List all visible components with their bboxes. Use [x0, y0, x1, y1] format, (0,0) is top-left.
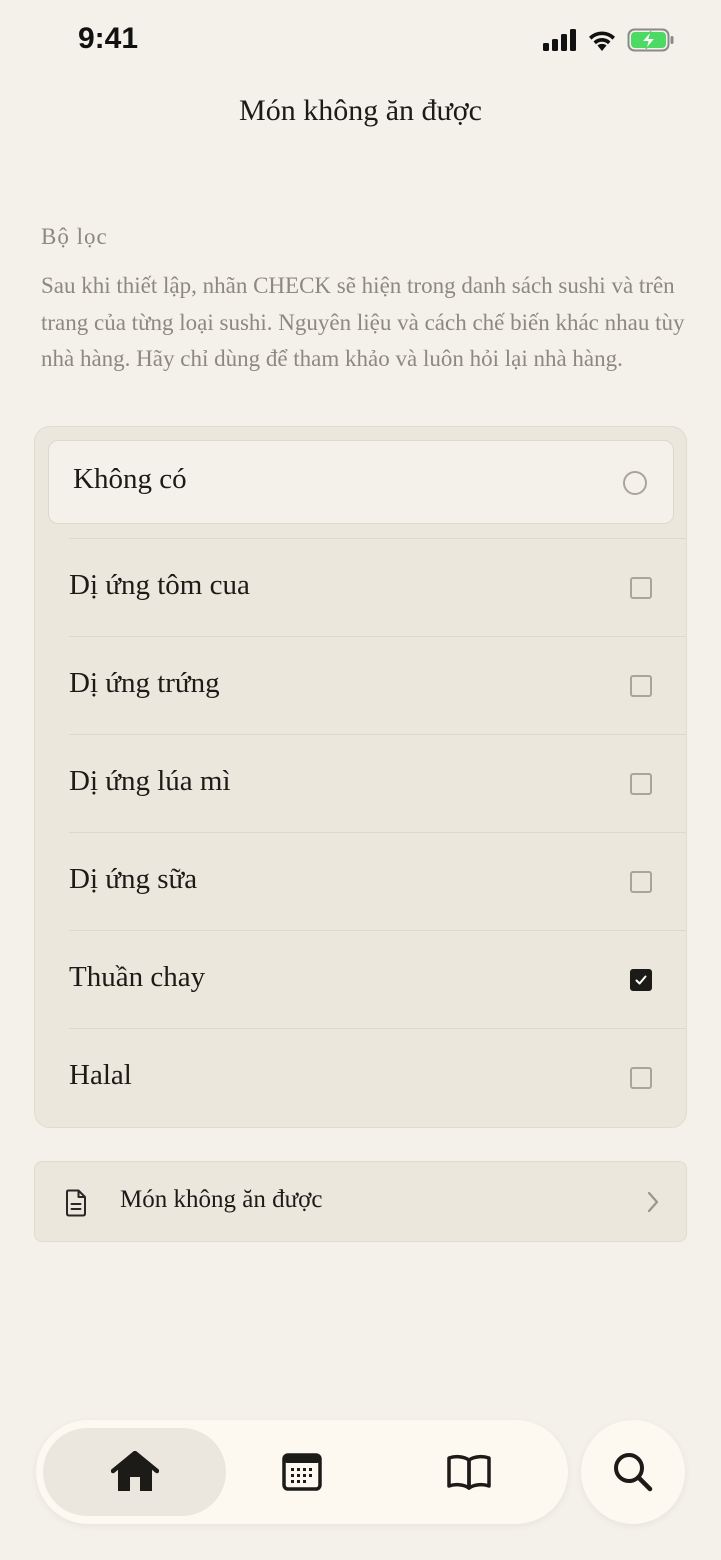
option-label: Dị ứng tôm cua	[69, 569, 250, 601]
option-label: Thuần chay	[69, 961, 206, 993]
page-title: Món không ăn được	[239, 94, 482, 127]
option-halal[interactable]: Halal	[35, 1028, 686, 1126]
home-icon	[110, 1451, 159, 1491]
option-label: Halal	[69, 1059, 132, 1091]
wifi-icon	[589, 31, 615, 51]
tab-bar	[36, 1420, 568, 1524]
checkbox[interactable]	[630, 773, 652, 795]
checkbox[interactable]	[630, 577, 652, 599]
tab-book[interactable]	[377, 1428, 560, 1516]
calendar-icon	[281, 1453, 322, 1491]
tab-calendar[interactable]	[210, 1428, 393, 1516]
search-button[interactable]	[581, 1420, 685, 1524]
option-label: Dị ứng trứng	[69, 667, 220, 699]
document-icon	[66, 1189, 86, 1217]
cellular-signal-icon	[543, 29, 576, 51]
divider	[69, 1028, 686, 1029]
status-time: 9:41	[78, 22, 139, 55]
radio-button[interactable]	[623, 471, 647, 495]
section-description: Sau khi thiết lập, nhãn CHECK sẽ hiện tr…	[41, 273, 685, 371]
option-shellfish-allergy[interactable]: Dị ứng tôm cua	[35, 538, 686, 636]
divider	[69, 832, 686, 833]
option-egg-allergy[interactable]: Dị ứng trứng	[35, 636, 686, 734]
option-none[interactable]: Không có	[48, 440, 674, 524]
battery-charging-icon	[627, 28, 674, 52]
divider	[69, 930, 686, 931]
tab-home[interactable]	[43, 1428, 226, 1516]
option-vegan[interactable]: Thuần chay	[35, 930, 686, 1028]
option-wheat-allergy[interactable]: Dị ứng lúa mì	[35, 734, 686, 832]
restricted-foods-link[interactable]: Món không ăn được	[34, 1161, 687, 1242]
section-label: Bộ lọc	[41, 224, 108, 249]
checkmark-icon	[635, 975, 647, 985]
option-label: Dị ứng sữa	[69, 863, 198, 895]
checkbox[interactable]	[630, 1067, 652, 1089]
option-milk-allergy[interactable]: Dị ứng sữa	[35, 832, 686, 930]
status-bar: 9:41	[0, 0, 721, 80]
checkbox-checked[interactable]	[630, 969, 652, 991]
book-icon	[446, 1454, 491, 1490]
divider	[69, 636, 686, 637]
filter-options-card: Không có Dị ứng tôm cua Dị ứng trứng Dị …	[34, 426, 687, 1128]
option-label: Dị ứng lúa mì	[69, 765, 231, 797]
checkbox[interactable]	[630, 675, 652, 697]
chevron-right-icon	[647, 1191, 659, 1213]
link-label: Món không ăn được	[120, 1186, 323, 1213]
divider	[69, 538, 686, 539]
divider	[69, 734, 686, 735]
status-icons	[543, 28, 675, 52]
checkbox[interactable]	[630, 871, 652, 893]
option-label: Không có	[73, 463, 187, 495]
search-icon	[614, 1453, 653, 1492]
